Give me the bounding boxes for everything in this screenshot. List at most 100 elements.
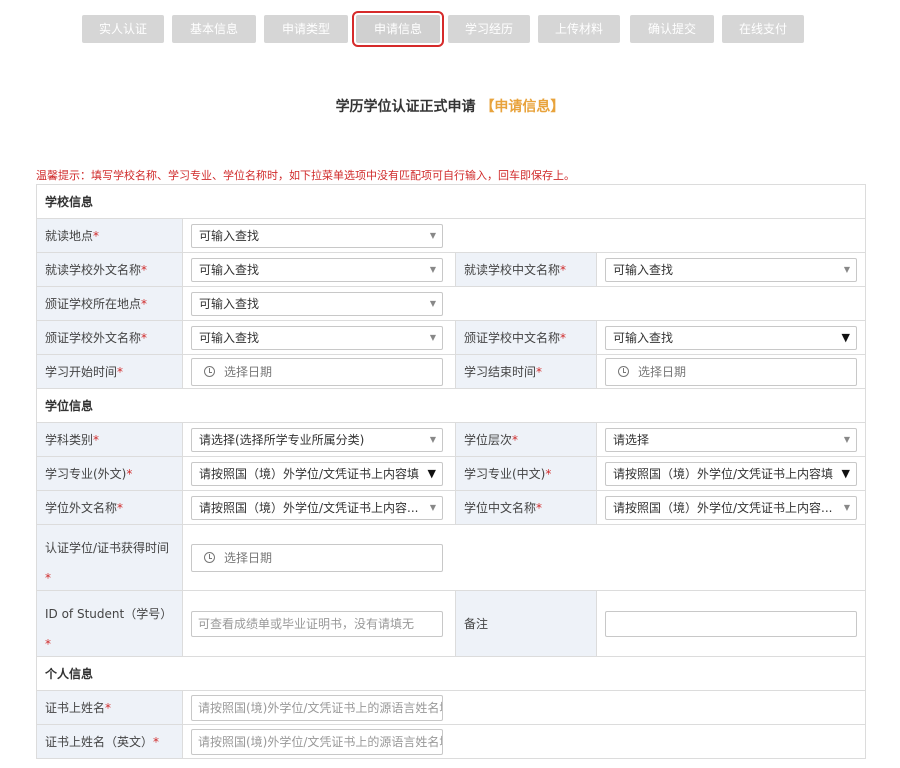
tip-notice: 温馨提示：填写学校名称、学习专业、学位名称时，如下拉菜单选项中没有匹配项可自行输… bbox=[36, 169, 575, 182]
field-cell: 请按照国(境)外学位/文凭证书上的源语言姓名填 bbox=[183, 691, 456, 724]
field-label: 学习开始时间 * bbox=[37, 355, 183, 388]
triangle-down-icon: ▼ bbox=[429, 502, 436, 512]
clock-icon bbox=[618, 366, 629, 377]
section-personal-info: 个人信息 bbox=[37, 657, 865, 691]
field-cell: 可输入查找 ▼ bbox=[183, 253, 456, 286]
form-row: 学科类别 * 请选择(选择所学专业所属分类) ▼ 学位层次 * 请选择 ▼ bbox=[37, 423, 865, 457]
section-degree-info: 学位信息 bbox=[37, 389, 865, 423]
study-end-date-input[interactable]: 选择日期 bbox=[605, 357, 857, 386]
field-label: 颁证学校所在地点 * bbox=[37, 287, 183, 320]
form-row: 学习开始时间 * 选择日期 学习结束时间 * 选择日期 bbox=[37, 355, 865, 389]
field-label: 学位层次 * bbox=[456, 423, 597, 456]
field-cell bbox=[597, 591, 865, 656]
form-row: 就读学校外文名称 * 可输入查找 ▼ 就读学校中文名称 * 可输入查找 ▼ bbox=[37, 253, 865, 287]
field-label: ID of Student（学号） * bbox=[37, 591, 183, 656]
form-row: 证书上姓名（英文） * 请按照国(境)外学位/文凭证书上的源语言姓名填 bbox=[37, 725, 865, 759]
field-label: 学位外文名称 * bbox=[37, 491, 183, 524]
field-label: 就读学校中文名称 * bbox=[456, 253, 597, 286]
triangle-down-icon: ▼ bbox=[429, 298, 436, 308]
field-label: 学习结束时间 * bbox=[456, 355, 597, 388]
triangle-down-icon: ▼ bbox=[429, 230, 436, 240]
form-row: 学位外文名称 * 请按照国（境）外学位/文凭证书上内容... ▼ 学位中文名称 * … bbox=[37, 491, 865, 525]
form-row: 认证学位/证书获得时间 * 选择日期 bbox=[37, 525, 865, 591]
field-cell: 可输入查找 ▼ bbox=[597, 253, 865, 286]
major-chinese-select[interactable]: 请按照国（境）外学位/文凭证书上内容填 ▼ bbox=[605, 461, 857, 486]
study-location-select[interactable]: 可输入查找 ▼ bbox=[191, 223, 443, 248]
field-label: 颁证学校外文名称 * bbox=[37, 321, 183, 354]
page-title: 学历学位认证正式申请 【申请信息】 bbox=[0, 96, 900, 116]
clock-icon bbox=[204, 366, 215, 377]
field-label: 学科类别 * bbox=[37, 423, 183, 456]
page-title-main: 学历学位认证正式申请 bbox=[335, 99, 476, 115]
field-label: 认证学位/证书获得时间 * bbox=[37, 525, 183, 590]
step-study-history[interactable]: 学习经历 bbox=[448, 15, 530, 43]
field-label: 学习专业(中文) * bbox=[456, 457, 597, 490]
school-foreign-name-select[interactable]: 可输入查找 ▼ bbox=[191, 257, 443, 282]
field-cell: 可输入查找 ▼ bbox=[183, 321, 456, 354]
issuing-school-chinese-name-select[interactable]: 可输入查找 ▼ bbox=[605, 325, 857, 350]
study-start-date-input[interactable]: 选择日期 bbox=[191, 357, 443, 386]
field-cell: 可输入查找 ▼ bbox=[597, 321, 865, 354]
certificate-time-date-input[interactable]: 选择日期 bbox=[191, 543, 443, 572]
field-cell: 请按照国(境)外学位/文凭证书上的源语言姓名填 bbox=[183, 725, 456, 758]
triangle-down-icon: ▼ bbox=[429, 332, 436, 342]
field-label: 就读地点 * bbox=[37, 219, 183, 252]
triangle-down-icon: ▼ bbox=[429, 264, 436, 274]
field-label: 备注 bbox=[456, 591, 597, 656]
form-row: 颁证学校外文名称 * 可输入查找 ▼ 颁证学校中文名称 * 可输入查找 ▼ bbox=[37, 321, 865, 355]
field-cell: 请按照国（境）外学位/文凭证书上内容... ▼ bbox=[597, 491, 865, 524]
field-cell: 选择日期 bbox=[597, 355, 865, 388]
field-cell: 可输入查找 ▼ bbox=[183, 219, 456, 252]
student-id-input[interactable]: 可查看成绩单或毕业证明书，没有请填无 bbox=[191, 610, 443, 637]
page-title-sub: 【申请信息】 bbox=[480, 99, 565, 115]
field-cell: 请选择 ▼ bbox=[597, 423, 865, 456]
issuing-school-foreign-name-select[interactable]: 可输入查找 ▼ bbox=[191, 325, 443, 350]
clock-icon bbox=[204, 552, 215, 563]
field-cell: 请按照国（境）外学位/文凭证书上内容... ▼ bbox=[183, 491, 456, 524]
form-row: ID of Student（学号） * 可查看成绩单或毕业证明书，没有请填无 备注 bbox=[37, 591, 865, 657]
degree-chinese-name-select[interactable]: 请按照国（境）外学位/文凭证书上内容... ▼ bbox=[605, 495, 857, 520]
field-label: 学习专业(外文) * bbox=[37, 457, 183, 490]
triangle-down-icon: ▼ bbox=[841, 466, 850, 480]
step-application-type[interactable]: 申请类型 bbox=[264, 15, 348, 43]
issuing-school-location-select[interactable]: 可输入查找 ▼ bbox=[191, 291, 443, 316]
triangle-down-icon: ▼ bbox=[429, 434, 436, 444]
form-row: 颁证学校所在地点 * 可输入查找 ▼ bbox=[37, 287, 865, 321]
field-cell: 请按照国（境）外学位/文凭证书上内容填 ▼ bbox=[183, 457, 456, 490]
field-label: 颁证学校中文名称 * bbox=[456, 321, 597, 354]
form-row: 学习专业(外文) * 请按照国（境）外学位/文凭证书上内容填 ▼ 学习专业(中文) … bbox=[37, 457, 865, 491]
degree-level-select[interactable]: 请选择 ▼ bbox=[605, 427, 857, 452]
step-upload-materials[interactable]: 上传材料 bbox=[538, 15, 620, 43]
triangle-down-icon: ▼ bbox=[841, 330, 850, 344]
field-cell: 请选择(选择所学专业所属分类) ▼ bbox=[183, 423, 456, 456]
step-real-name-auth[interactable]: 实人认证 bbox=[82, 15, 164, 43]
triangle-down-icon: ▼ bbox=[427, 466, 436, 480]
section-school-info: 学校信息 bbox=[37, 185, 865, 219]
application-form: 学校信息 就读地点 * 可输入查找 ▼ 就读学校外文名称 * 可输入查找 ▼ 就读学校中… bbox=[36, 184, 866, 759]
step-confirm-submit[interactable]: 确认提交 bbox=[630, 15, 714, 43]
degree-foreign-name-select[interactable]: 请按照国（境）外学位/文凭证书上内容... ▼ bbox=[191, 495, 443, 520]
discipline-select[interactable]: 请选择(选择所学专业所属分类) ▼ bbox=[191, 427, 443, 452]
major-foreign-select[interactable]: 请按照国（境）外学位/文凭证书上内容填 ▼ bbox=[191, 461, 443, 486]
field-cell: 选择日期 bbox=[183, 525, 456, 590]
field-cell: 可输入查找 ▼ bbox=[183, 287, 456, 320]
field-cell: 可查看成绩单或毕业证明书，没有请填无 bbox=[183, 591, 456, 656]
name-on-certificate-en-input[interactable]: 请按照国(境)外学位/文凭证书上的源语言姓名填 bbox=[191, 728, 443, 755]
triangle-down-icon: ▼ bbox=[843, 264, 850, 274]
step-application-info[interactable]: 申请信息 bbox=[352, 11, 444, 47]
field-label: 就读学校外文名称 * bbox=[37, 253, 183, 286]
field-cell: 请按照国（境）外学位/文凭证书上内容填 ▼ bbox=[597, 457, 865, 490]
triangle-down-icon: ▼ bbox=[843, 502, 850, 512]
school-chinese-name-select[interactable]: 可输入查找 ▼ bbox=[605, 257, 857, 282]
field-label: 证书上姓名（英文） * bbox=[37, 725, 183, 758]
step-basic-info[interactable]: 基本信息 bbox=[172, 15, 256, 43]
field-label: 学位中文名称 * bbox=[456, 491, 597, 524]
field-cell: 选择日期 bbox=[183, 355, 456, 388]
name-on-certificate-input[interactable]: 请按照国(境)外学位/文凭证书上的源语言姓名填 bbox=[191, 694, 443, 721]
form-row: 就读地点 * 可输入查找 ▼ bbox=[37, 219, 865, 253]
step-online-payment[interactable]: 在线支付 bbox=[722, 15, 804, 43]
field-label: 证书上姓名 * bbox=[37, 691, 183, 724]
triangle-down-icon: ▼ bbox=[843, 434, 850, 444]
form-row: 证书上姓名 * 请按照国(境)外学位/文凭证书上的源语言姓名填 bbox=[37, 691, 865, 725]
remarks-input[interactable] bbox=[605, 610, 857, 637]
